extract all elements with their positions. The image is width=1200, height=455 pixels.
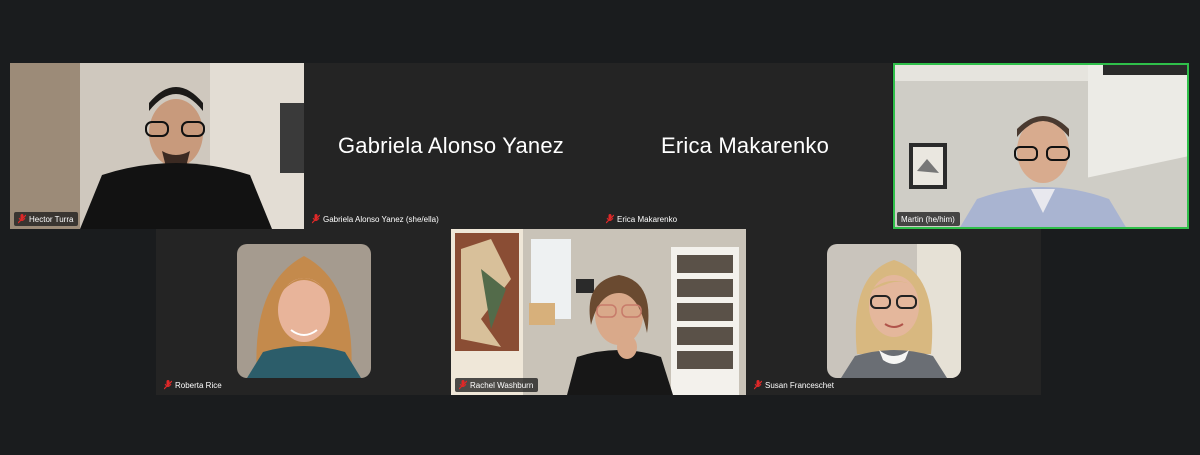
participant-label: Roberta Rice — [160, 378, 227, 392]
participant-display-name: Erica Makarenko — [660, 133, 830, 158]
video-tile-roberta[interactable]: Roberta Rice — [156, 229, 451, 395]
martin-video — [893, 63, 1189, 229]
susan-avatar — [827, 244, 961, 378]
participant-label: Martin (he/him) — [897, 212, 960, 226]
video-tile-martin[interactable]: Martin (he/him) — [893, 63, 1189, 229]
participant-label: Gabriela Alonso Yanez (she/ella) — [308, 212, 444, 226]
video-tile-hector[interactable]: Hector Turra — [10, 63, 304, 229]
muted-mic-icon — [606, 214, 614, 224]
participant-display-name: Gabriela Alonso Yanez — [338, 133, 564, 158]
muted-mic-icon — [754, 380, 762, 390]
muted-mic-icon — [164, 380, 172, 390]
muted-mic-icon — [18, 214, 26, 224]
participant-label: Erica Makarenko — [602, 212, 682, 226]
video-tile-gabriela[interactable]: Gabriela Alonso Yanez Gabriela Alonso Ya… — [304, 63, 598, 229]
muted-mic-icon — [459, 380, 467, 390]
hector-video — [10, 63, 304, 229]
participant-label: Rachel Washburn — [455, 378, 539, 392]
video-tile-susan[interactable]: Susan Franceschet — [746, 229, 1041, 395]
video-tile-rachel[interactable]: Rachel Washburn — [451, 229, 746, 395]
video-tile-erica[interactable]: Erica Makarenko Erica Makarenko — [598, 63, 892, 229]
rachel-video — [451, 229, 746, 395]
muted-mic-icon — [312, 214, 320, 224]
participant-label: Susan Franceschet — [750, 378, 839, 392]
participant-label: Hector Turra — [14, 212, 79, 226]
roberta-avatar — [237, 244, 371, 378]
